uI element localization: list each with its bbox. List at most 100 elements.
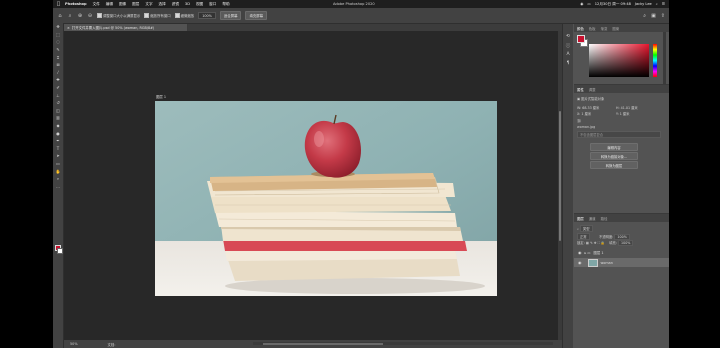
menu-app-name[interactable]: Photoshop [65,2,87,6]
search-icon[interactable]: ⌕ [656,2,658,6]
tab-paths[interactable]: 路径 [601,216,608,221]
workspace-icon[interactable]: ▣ [651,13,656,19]
zoom-level[interactable]: 50% [70,342,78,346]
user-name[interactable]: Jacky Lee [635,2,652,6]
scrubby-zoom-checkbox[interactable]: 细微缩放 [174,13,194,18]
stamp-tool-icon[interactable]: ⊥ [53,91,63,99]
scroll-thumb[interactable] [559,111,561,241]
hue-slider[interactable] [653,44,657,77]
menu-select[interactable]: 选择 [159,2,166,7]
doc-size[interactable]: 文档: [108,342,116,347]
control-center-icon[interactable]: ☰ [662,2,665,6]
height-value[interactable]: H: 41.01 厘米 [616,105,638,110]
close-icon[interactable]: × [67,26,70,30]
battery-icon[interactable]: ▭ [587,2,590,6]
move-tool-icon[interactable]: ✥ [53,23,63,31]
tab-color[interactable]: 颜色 [577,26,584,31]
wifi-icon[interactable]: ◉ [580,2,583,6]
layer-name[interactable]: woman [601,261,613,265]
more-tools-icon[interactable]: … [53,182,63,190]
clock[interactable]: 12月30日 周一 09:48 [595,2,631,7]
lasso-tool-icon[interactable]: ◌ [53,38,63,46]
share-icon[interactable]: ⇪ [661,13,665,19]
color-picker-field[interactable] [589,44,649,77]
filter-kind-select[interactable]: 类型 [579,225,593,232]
layer-filter[interactable]: ⌕ 类型 [577,225,593,232]
quick-select-tool-icon[interactable]: ✎ [53,46,63,54]
convert-to-linked-button[interactable]: 转换为链接对象... [590,152,638,160]
resize-windows-checkbox[interactable]: 调整窗口大小以满屏显示 [97,13,140,18]
type-tool-icon[interactable]: T [53,145,63,153]
menu-type[interactable]: 文字 [145,2,152,7]
tab-gradients[interactable]: 渐变 [601,26,608,31]
visibility-eye-icon[interactable]: ◉ [578,260,582,265]
width-value[interactable]: W: 68.33 厘米 [577,105,599,110]
pen-tool-icon[interactable]: ✒ [53,137,63,145]
tab-patterns[interactable]: 图案 [612,26,619,31]
background-color-swatch[interactable] [57,248,63,254]
info-icon[interactable]: ⓘ [563,41,573,50]
menu-window[interactable]: 窗口 [209,2,216,7]
history-brush-tool-icon[interactable]: ↺ [53,99,63,107]
zoom-tool-icon[interactable]: ⌕ [67,13,73,19]
brush-tool-icon[interactable]: ✐ [53,84,63,92]
tab-layers[interactable]: 图层 [577,216,584,221]
scroll-thumb[interactable] [263,342,383,345]
fit-screen-button[interactable]: 适合屏幕 [219,11,242,20]
fill-input[interactable]: 100% [618,240,634,246]
y-value[interactable]: Y: 1 厘米 [616,111,629,116]
tab-properties[interactable]: 属性 [577,87,584,92]
eraser-tool-icon[interactable]: ◫ [53,107,63,115]
menu-edit[interactable]: 编辑 [106,2,113,7]
menu-filter[interactable]: 滤镜 [172,2,179,7]
frame-tool-icon[interactable]: ⊠ [53,61,63,69]
menu-3d[interactable]: 3D [185,2,190,6]
search-icon[interactable]: ⌕ [643,13,646,19]
menu-layer[interactable]: 图层 [132,2,139,7]
panel-scrollbar[interactable] [663,32,666,84]
menu-help[interactable]: 帮助 [222,2,229,7]
apple-icon[interactable]:  [57,1,60,7]
crop-tool-icon[interactable]: ⌗ [53,53,63,61]
layer-row[interactable]: ◉ ▸ ▭ 图层 1 [574,248,669,257]
zoom-out-icon[interactable]: ⊖ [87,13,93,19]
fill-screen-button[interactable]: 填充屏幕 [245,11,268,20]
path-select-tool-icon[interactable]: ➤ [53,152,63,160]
healing-tool-icon[interactable]: ✚ [53,76,63,84]
blend-mode-select[interactable]: 正常 [577,233,590,240]
menu-file[interactable]: 文件 [93,2,100,7]
shape-tool-icon[interactable]: ▭ [53,160,63,168]
history-icon[interactable]: ⟲ [563,32,573,41]
layer-row[interactable]: ◉ woman [574,258,669,267]
character-icon[interactable]: A [563,50,573,59]
menu-image[interactable]: 图像 [119,2,126,7]
artboard-label: 图层 1 [156,95,167,99]
layer-name[interactable]: 图层 1 [593,250,603,255]
zoom-in-icon[interactable]: ⊕ [77,13,83,19]
horizontal-scrollbar[interactable] [253,342,553,345]
document-image[interactable] [155,101,497,296]
foreground-color-chip[interactable] [577,35,585,43]
edit-contents-button[interactable]: 编辑内容 [590,143,638,151]
x-value[interactable]: X: 1 厘米 [577,111,591,116]
hand-tool-icon[interactable]: ✋ [53,167,63,175]
convert-to-layers-button[interactable]: 转换为图层 [590,161,638,169]
visibility-eye-icon[interactable]: ◉ [578,250,582,255]
zoom-100-button[interactable]: 100% [198,12,216,19]
zoom-tool-icon[interactable]: ⌕ [53,175,63,183]
eyedropper-tool-icon[interactable]: ⁄ [53,69,63,77]
marquee-tool-icon[interactable]: ⬚ [53,31,63,39]
tab-channels[interactable]: 通道 [589,216,596,221]
layer-comp-select[interactable]: 不包含图层复合 [577,131,661,138]
paragraph-icon[interactable]: ¶ [563,59,573,68]
lock-icons[interactable]: ▦ ✎ ✥ ⛶ 🔒 [586,241,605,245]
document-tab[interactable]: × 打开文件并置入图片.psd @ 50% (woman, RGB/8#) [64,24,188,31]
tab-swatches[interactable]: 色板 [589,26,596,31]
blur-tool-icon[interactable]: ◆ [53,122,63,130]
dodge-tool-icon[interactable]: ● [53,129,63,137]
gradient-tool-icon[interactable]: ▥ [53,114,63,122]
zoom-all-windows-checkbox[interactable]: 缩放所有窗口 [144,13,171,18]
home-icon[interactable]: ⌂ [57,13,63,19]
menu-view[interactable]: 视图 [196,2,203,7]
tab-adjustments[interactable]: 调整 [589,87,596,92]
